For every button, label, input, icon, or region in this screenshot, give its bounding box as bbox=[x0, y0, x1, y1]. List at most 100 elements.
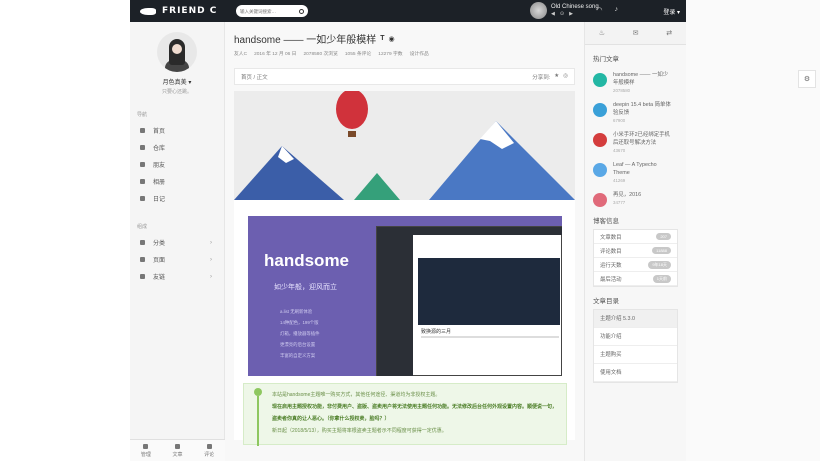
footer-comments[interactable]: 评论 bbox=[204, 443, 215, 458]
avatar[interactable] bbox=[157, 32, 197, 72]
blog-info-box: 文章数目 207 评论数目 11888 运行天数 9年18天 最后活动 1天前 bbox=[593, 229, 678, 287]
sidebar-item-label: 朋友 bbox=[153, 163, 166, 169]
hot-post-title[interactable]: Leaf — A Typecho Theme bbox=[613, 161, 673, 177]
link-icon bbox=[140, 274, 145, 279]
sidebar-item-label: 相册 bbox=[153, 180, 166, 186]
hot-post-title[interactable]: handsome —— 一如少年般模样 bbox=[613, 71, 673, 87]
bell-icon[interactable]: ♪ bbox=[615, 6, 619, 14]
meta-words: 12279 字数 bbox=[378, 52, 403, 57]
sidebar-item-home[interactable]: 首页 bbox=[130, 122, 224, 139]
footer-manage[interactable]: 管理 bbox=[141, 443, 151, 458]
product-banner: handsome 如少年般，迎风而立 a.list 无刷新体验 14种配色，19… bbox=[248, 216, 562, 376]
hot-post-item[interactable]: handsome —— 一如少年般模样 2078580 bbox=[585, 63, 686, 93]
share-label: 分享到: bbox=[532, 74, 551, 81]
nav-section-label: 导航 bbox=[137, 112, 148, 118]
hot-post-title[interactable]: 再见，2016 bbox=[613, 191, 673, 199]
notice-box: 本站是handsome主题唯一购买方式，其他任何途径、渠道均为非授权主题。 现在… bbox=[243, 383, 567, 446]
page-icon bbox=[140, 257, 145, 262]
post-meta: 友人C 2016 年 12 月 06 日 2078580 次浏览 1055 条评… bbox=[225, 46, 584, 57]
search-icon[interactable] bbox=[299, 8, 304, 14]
footer-label: 评论 bbox=[204, 451, 215, 458]
info-label: 评论数目 bbox=[600, 248, 622, 255]
star-icon[interactable]: ★ bbox=[554, 73, 559, 81]
breadcrumb-current: 正文 bbox=[256, 74, 268, 81]
site-logo[interactable]: FRIEND C bbox=[130, 6, 236, 16]
info-badge: 207 bbox=[656, 233, 671, 240]
sidebar-item-label: 友链 bbox=[153, 275, 166, 281]
sidebar-item-links[interactable]: 友链 › bbox=[130, 268, 224, 285]
sidebar-item-friends[interactable]: 朋友 bbox=[130, 156, 224, 173]
hot-post-item[interactable]: Leaf — A Typecho Theme 41269 bbox=[585, 153, 686, 183]
login-menu[interactable]: 登录 ▾ bbox=[663, 7, 680, 16]
hot-post-item[interactable]: 再见，2016 34777 bbox=[585, 183, 686, 207]
next-track-icon[interactable]: ▶ bbox=[569, 11, 573, 17]
hot-post-item[interactable]: deepin 15.4 beta 简单体验反馈 67900 bbox=[585, 93, 686, 123]
toc-item[interactable]: 主题介绍 5.3.0 bbox=[594, 310, 677, 328]
info-row: 评论数目 11888 bbox=[594, 244, 677, 258]
search-input[interactable] bbox=[240, 8, 294, 14]
music-title: Old Chinese song bbox=[551, 4, 599, 10]
album-cover[interactable] bbox=[530, 2, 547, 19]
chevron-right-icon: › bbox=[210, 256, 212, 263]
manage-icon bbox=[143, 443, 149, 449]
toc-item[interactable]: 使用文档 bbox=[594, 364, 677, 382]
post-thumb bbox=[593, 103, 607, 117]
weibo-icon[interactable]: ◎ bbox=[563, 73, 568, 81]
search-box[interactable] bbox=[236, 5, 308, 17]
sidebar-item-label: 页面 bbox=[153, 258, 166, 264]
table-of-contents: 主题介绍 5.3.0 功能介绍 主题购买 使用文档 bbox=[593, 309, 678, 383]
info-row: 文章数目 207 bbox=[594, 230, 677, 244]
breadcrumb-home[interactable]: 首页 bbox=[241, 75, 252, 81]
meta-author[interactable]: 友人C bbox=[234, 50, 247, 57]
hot-post-item[interactable]: 小米手环2已经绑定手机后还取号解决方法 43670 bbox=[585, 123, 686, 153]
timeline-dot-icon bbox=[254, 388, 262, 396]
diary-icon bbox=[140, 196, 145, 201]
info-badge: 1天前 bbox=[652, 274, 671, 283]
theme-screenshot: 致换源的三月 bbox=[376, 226, 562, 376]
feature-item: 丰富的自定义方案 bbox=[280, 353, 316, 358]
hot-post-views: 43670 bbox=[613, 148, 626, 153]
hot-posts-heading: 热门文章 bbox=[593, 56, 619, 63]
sidebar-item-repo[interactable]: 仓库 bbox=[130, 139, 224, 156]
hero-illustration bbox=[234, 91, 575, 200]
post-thumb bbox=[593, 73, 607, 87]
user-name[interactable]: 月色真美 ▾ bbox=[130, 77, 224, 86]
hot-post-title[interactable]: deepin 15.4 beta 简单体验反馈 bbox=[613, 101, 673, 117]
sidebar-item-label: 分类 bbox=[153, 241, 166, 247]
comments-icon bbox=[206, 443, 212, 449]
prev-track-icon[interactable]: ◀ bbox=[551, 11, 555, 17]
sidebar-item-category[interactable]: 分类 › bbox=[130, 234, 224, 251]
image-icon bbox=[140, 179, 145, 184]
top-navbar: FRIEND C Old Chinese song ◀ ⊙ ▶ ◠ ♪ 登录 ▾ bbox=[130, 0, 686, 22]
footer-label: 文章 bbox=[172, 451, 183, 458]
eye-icon[interactable]: ◉ bbox=[389, 35, 395, 43]
right-sidebar: ♨ ✉ ⇄ 热门文章 handsome —— 一如少年般模样 2078580 de… bbox=[584, 22, 686, 461]
notice-line: 新日起（2018/5/13），购买主题将率根盗卖主题者示不同程度可获得一定优惠。 bbox=[272, 428, 447, 434]
info-row: 运行天数 9年18天 bbox=[594, 258, 677, 272]
hot-post-views: 34777 bbox=[613, 200, 626, 205]
feature-item: 更漂亮的后台设置 bbox=[280, 342, 316, 347]
banner-subtitle: 如少年般，迎风而立 bbox=[274, 284, 337, 291]
sidebar-item-pages[interactable]: 页面 › bbox=[130, 251, 224, 268]
notice-line: 本站是handsome主题唯一购买方式，其他任何途径、渠道均为非授权主题。 bbox=[272, 392, 441, 398]
tab-hot-icon[interactable]: ♨ bbox=[585, 22, 619, 44]
feature-item: 14种配色，199个版 bbox=[280, 320, 319, 325]
meta-comments[interactable]: 1055 条评论 bbox=[345, 50, 371, 57]
sidebar-item-diary[interactable]: 日记 bbox=[130, 190, 224, 207]
settings-gear-icon[interactable]: ⚙ bbox=[798, 70, 816, 88]
footer-posts[interactable]: 文章 bbox=[172, 443, 183, 458]
text-size-icon[interactable]: T bbox=[380, 35, 384, 42]
toc-item[interactable]: 功能介绍 bbox=[594, 328, 677, 346]
tab-comments-icon[interactable]: ✉ bbox=[619, 22, 653, 44]
post-thumb bbox=[593, 163, 607, 177]
headphones-icon[interactable]: ◠ bbox=[596, 6, 602, 14]
toc-item[interactable]: 主题购买 bbox=[594, 346, 677, 364]
play-icon[interactable]: ⊙ bbox=[560, 11, 564, 17]
sidebar-item-album[interactable]: 相册 bbox=[130, 173, 224, 190]
chevron-right-icon: › bbox=[210, 239, 212, 246]
meta-category[interactable]: 设计作品 bbox=[410, 50, 429, 57]
hot-post-title[interactable]: 小米手环2已经绑定手机后还取号解决方法 bbox=[613, 131, 673, 147]
sidebar-footer: 管理 文章 评论 bbox=[130, 439, 225, 461]
grid-icon bbox=[140, 240, 145, 245]
tab-random-icon[interactable]: ⇄ bbox=[652, 22, 686, 44]
